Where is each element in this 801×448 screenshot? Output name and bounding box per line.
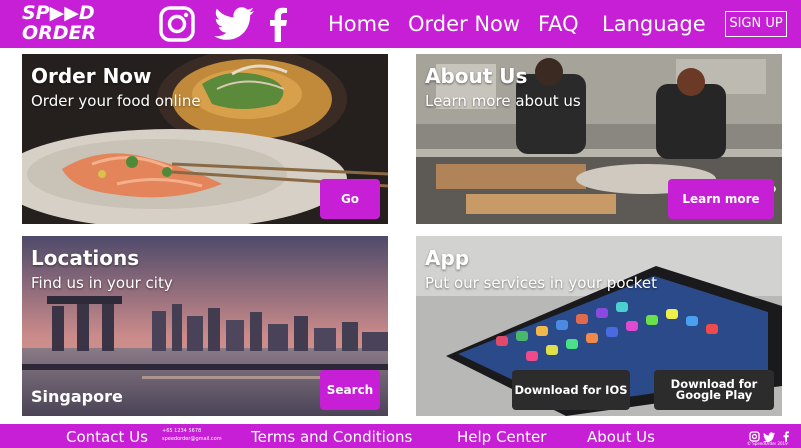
about-us-subtitle: Learn more about us (425, 92, 581, 110)
logo-line-1: SP▶▶D (22, 2, 95, 24)
footer-bar: Contact Us +65 1234 5678 speedorder@gmai… (0, 424, 801, 448)
footer-instagram-icon (749, 431, 760, 442)
about-us-card[interactable]: About Us Learn more about us Learn more (416, 54, 782, 224)
download-ios-button[interactable]: Download for IOS (512, 370, 630, 410)
go-button[interactable]: Go (320, 179, 380, 219)
learn-more-button[interactable]: Learn more (668, 179, 774, 219)
order-now-title: Order Now (31, 64, 152, 88)
google-play-label-line2: Google Play (675, 388, 753, 402)
top-navbar: SP▶▶D ORDER Home Order Now FAQ Language … (0, 0, 801, 48)
footer-email[interactable]: speedorder@gmail.com (162, 436, 222, 442)
order-now-subtitle: Order your food online (31, 92, 201, 110)
footer-phone: +65 1234 5678 (162, 428, 202, 434)
footer-copyright: © SpeedOrder 2019 (747, 441, 788, 446)
instagram-icon[interactable] (158, 6, 196, 42)
search-button[interactable]: Search (320, 370, 380, 410)
footer-contact-us[interactable]: Contact Us (66, 427, 148, 447)
facebook-icon[interactable] (266, 6, 290, 42)
app-title: App (425, 246, 470, 270)
twitter-icon[interactable] (212, 6, 256, 42)
footer-help-center[interactable]: Help Center (457, 427, 546, 447)
download-google-play-button[interactable]: Download for Google Play (654, 370, 774, 410)
footer-terms[interactable]: Terms and Conditions (251, 427, 412, 447)
order-now-card[interactable]: Order Now Order your food online Go (22, 54, 388, 224)
locations-subtitle: Find us in your city (31, 274, 173, 292)
logo-line-2: ORDER (22, 22, 97, 44)
locations-card[interactable]: Locations Find us in your city Singapore… (22, 236, 388, 416)
nav-order-now[interactable]: Order Now (408, 10, 520, 38)
speed-order-logo[interactable]: SP▶▶D ORDER (22, 3, 104, 45)
nav-home[interactable]: Home (328, 10, 390, 38)
nav-faq[interactable]: FAQ (538, 10, 579, 38)
app-subtitle: Put our services in your pocket (425, 274, 658, 292)
nav-language[interactable]: Language (602, 10, 706, 38)
sign-up-button[interactable]: SIGN UP (725, 11, 787, 37)
city-label: Singapore (31, 387, 123, 406)
about-us-title: About Us (425, 64, 528, 88)
app-card[interactable]: App Put our services in your pocket Down… (416, 236, 782, 416)
locations-title: Locations (31, 246, 140, 270)
footer-social-icons (749, 427, 793, 443)
footer-about-us[interactable]: About Us (587, 427, 655, 447)
